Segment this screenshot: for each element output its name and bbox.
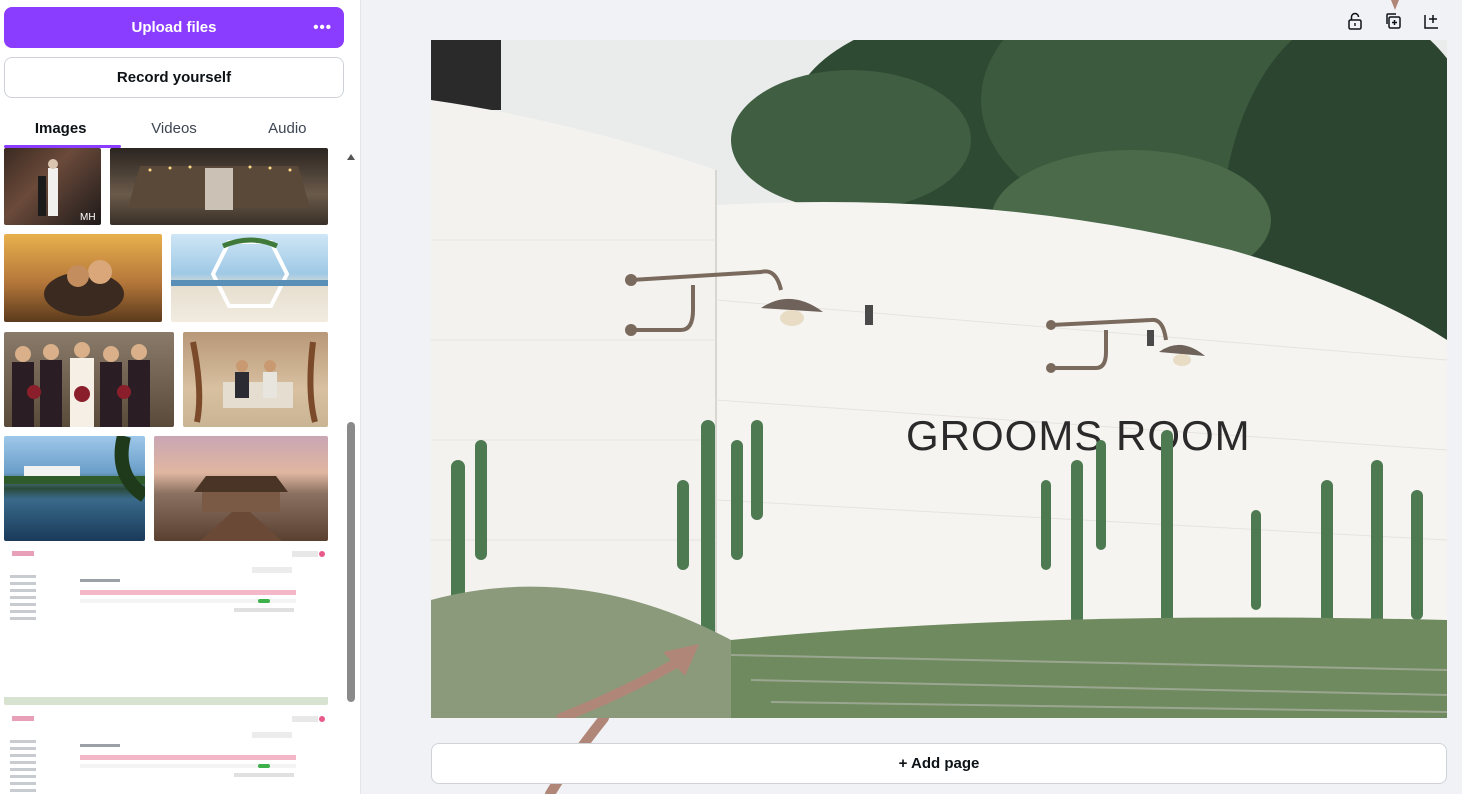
uploaded-image-thumb[interactable]: MH bbox=[4, 148, 101, 225]
upload-files-button[interactable]: Upload files ••• bbox=[4, 7, 344, 48]
image-preview: MH bbox=[38, 159, 96, 223]
uploaded-image-thumb[interactable] bbox=[110, 148, 328, 225]
tab-images[interactable]: Images bbox=[4, 108, 117, 148]
image-preview bbox=[190, 341, 318, 423]
design-page[interactable]: GROOMS ROOM bbox=[431, 40, 1447, 718]
image-preview bbox=[44, 260, 124, 316]
uploaded-screenshot-thumb[interactable] bbox=[4, 710, 328, 794]
more-options-icon[interactable]: ••• bbox=[313, 19, 332, 36]
image-preview bbox=[171, 237, 328, 308]
editor-canvas-area: GROOMS ROOM + Add page bbox=[362, 0, 1462, 794]
record-yourself-button[interactable]: Record yourself bbox=[4, 57, 344, 98]
image-preview bbox=[128, 165, 310, 210]
image-preview bbox=[4, 436, 145, 502]
uploaded-screenshot-thumb[interactable] bbox=[4, 545, 328, 705]
uploaded-image-thumb[interactable] bbox=[183, 332, 328, 427]
lock-icon[interactable] bbox=[1344, 10, 1366, 32]
svg-text:MH: MH bbox=[80, 212, 96, 223]
gallery-scrollbar[interactable] bbox=[345, 150, 357, 794]
tab-audio[interactable]: Audio bbox=[231, 108, 344, 148]
uploaded-image-thumb[interactable] bbox=[4, 436, 145, 541]
image-preview bbox=[12, 342, 150, 427]
media-tabs: Images Videos Audio bbox=[4, 108, 344, 148]
uploaded-image-thumb[interactable] bbox=[154, 436, 328, 541]
uploaded-image-thumb[interactable] bbox=[4, 234, 162, 322]
scroll-up-arrow-icon[interactable] bbox=[347, 154, 355, 160]
scrollbar-thumb[interactable] bbox=[347, 422, 355, 702]
add-page-button[interactable]: + Add page bbox=[431, 743, 1447, 784]
upload-files-label: Upload files bbox=[131, 19, 217, 36]
uploaded-image-thumb[interactable] bbox=[171, 234, 328, 322]
uploaded-image-thumb[interactable] bbox=[4, 332, 174, 427]
tab-videos[interactable]: Videos bbox=[117, 108, 230, 148]
annotation-arrow-top bbox=[1391, 0, 1399, 10]
image-preview bbox=[194, 476, 288, 541]
grooms-room-sign: GROOMS ROOM bbox=[906, 412, 1251, 459]
image-preview bbox=[4, 710, 328, 794]
add-page-icon[interactable] bbox=[1420, 10, 1442, 32]
image-preview bbox=[4, 545, 328, 705]
canvas-photo: GROOMS ROOM bbox=[431, 40, 1447, 718]
uploaded-images-gallery: MH bbox=[4, 148, 328, 794]
uploads-panel: Upload files ••• Record yourself Images … bbox=[0, 0, 361, 794]
